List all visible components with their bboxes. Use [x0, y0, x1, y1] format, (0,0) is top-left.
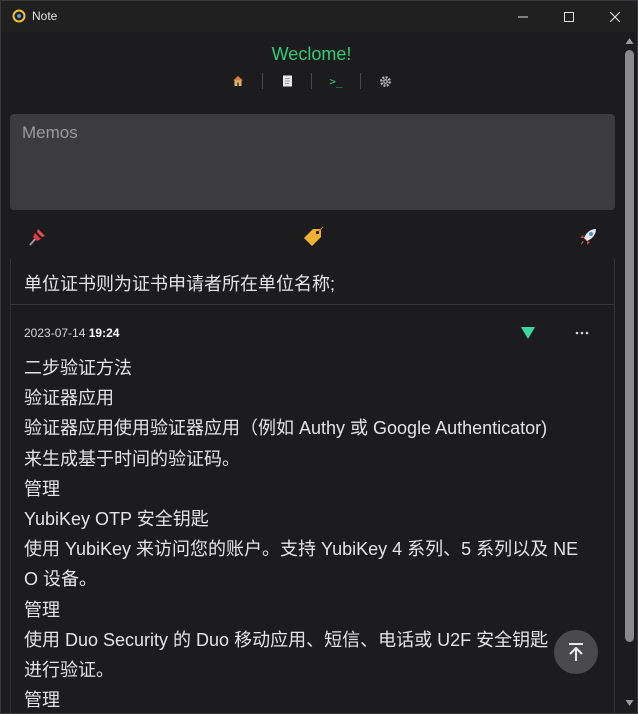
- maximize-button[interactable]: [546, 1, 592, 32]
- memo-date: 2023-07-14: [24, 326, 86, 340]
- memo-line: 使用 Duo Security 的 Duo 移动应用、短信、电话或 U2F 安全…: [24, 629, 549, 650]
- memo-line: 管理: [24, 599, 60, 620]
- memo-line: 二步验证方法: [24, 358, 132, 378]
- memo-line: 使用 YubiKey 来访问您的账户。支持 YubiKey 4 系列、5 系列以…: [24, 539, 579, 560]
- pin-icon[interactable]: [26, 226, 48, 248]
- memo-timestamp: 2023-07-14 19:24: [24, 326, 119, 340]
- memo-line: 管理: [24, 690, 60, 711]
- rocket-icon[interactable]: [577, 226, 599, 248]
- maximize-icon: [564, 11, 574, 22]
- memo-feed: 单位证书则为证书申请者所在单位名称; 2023-07-14 19:24 二步验证…: [10, 259, 615, 713]
- nav-settings[interactable]: [361, 71, 409, 91]
- home-icon: [233, 76, 243, 86]
- memo-line: 验证器应用: [24, 388, 114, 409]
- nav-home[interactable]: [214, 71, 262, 91]
- note-icon: [282, 75, 292, 87]
- memo-line: 验证器应用使用验证器应用（例如 Authy 或 Google Authentic…: [24, 418, 548, 439]
- welcome-heading: Weclome!: [271, 44, 352, 64]
- minimize-button[interactable]: [500, 1, 546, 32]
- memo-line: 进行验证。: [24, 660, 114, 681]
- collapse-triangle-icon[interactable]: [520, 326, 536, 340]
- memo-line: O 设备。: [24, 569, 98, 590]
- close-button[interactable]: [592, 1, 637, 32]
- memo-body: 二步验证方法 验证器应用 验证器应用使用验证器应用（例如 Authy 或 Goo…: [24, 353, 604, 713]
- memo-line: 管理: [24, 478, 60, 499]
- app-logo-icon: [12, 9, 26, 23]
- nav-notes[interactable]: [263, 71, 311, 91]
- minimize-icon: [518, 16, 528, 17]
- memo-input[interactable]: [10, 114, 615, 210]
- memo-line: YubiKey OTP 安全钥匙: [24, 509, 209, 530]
- more-options-button[interactable]: [575, 323, 589, 339]
- scroll-up-arrow-icon[interactable]: [625, 37, 634, 45]
- previous-memo-text: 单位证书则为证书申请者所在单位名称;: [24, 274, 335, 294]
- window-title: Note: [32, 9, 58, 23]
- scroll-to-top-button[interactable]: [554, 630, 598, 674]
- memo-time: 19:24: [88, 326, 120, 340]
- scroll-down-arrow-icon[interactable]: [625, 699, 634, 707]
- memo-divider: [11, 304, 614, 305]
- close-icon: [610, 11, 620, 22]
- vertical-scrollbar[interactable]: [622, 32, 637, 713]
- title-bar[interactable]: Note: [1, 1, 637, 32]
- app-window: Note Weclome! >_ Memos 单位证书则为证书申请者所在单位名称…: [0, 0, 638, 714]
- nav-terminal[interactable]: >_: [312, 71, 360, 91]
- more-horizontal-icon: [575, 331, 589, 335]
- memo-line: 来生成基于时间的验证码。: [24, 448, 240, 469]
- arrow-up-to-top-icon: [569, 643, 583, 661]
- top-nav: >_: [1, 71, 622, 91]
- scrollbar-thumb[interactable]: [625, 50, 634, 642]
- tag-icon[interactable]: [302, 226, 324, 248]
- gear-icon: [379, 75, 391, 87]
